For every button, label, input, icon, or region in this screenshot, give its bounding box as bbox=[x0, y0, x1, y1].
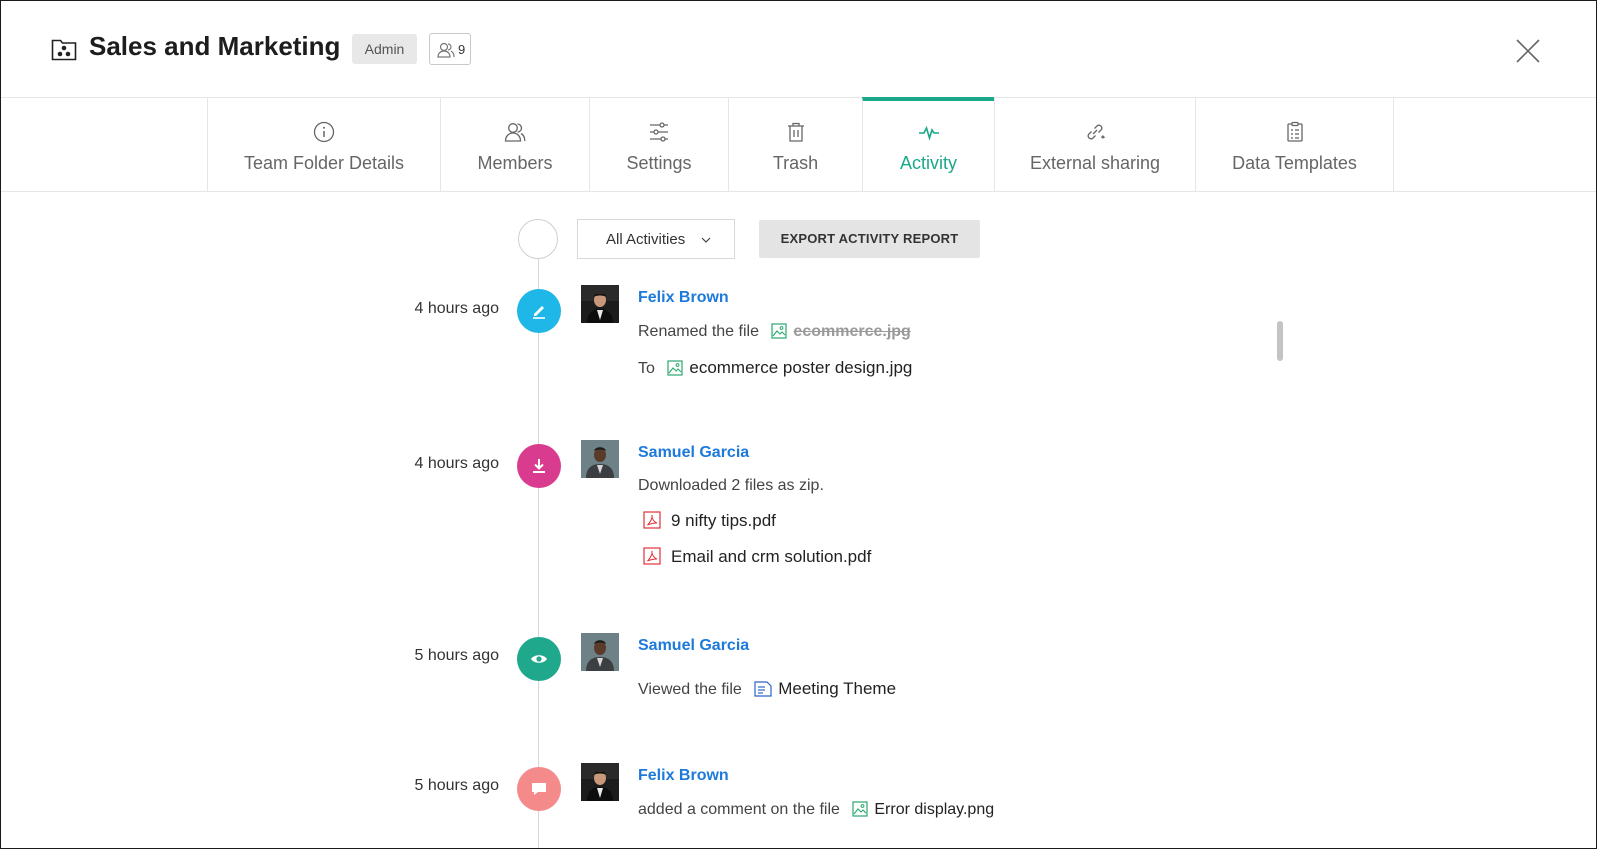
download-icon bbox=[533, 459, 545, 473]
info-icon bbox=[313, 121, 335, 143]
file-link[interactable]: 9 nifty tips.pdf bbox=[643, 511, 776, 531]
tab-bar: Team Folder Details Members Settings Tra… bbox=[1, 97, 1596, 192]
activity-comment-marker bbox=[517, 767, 561, 811]
tab-activity[interactable]: Activity bbox=[862, 97, 994, 191]
old-file-name[interactable]: ecommerce.jpg bbox=[793, 323, 910, 340]
tab-label: Members bbox=[477, 153, 553, 173]
eye-icon bbox=[531, 655, 547, 663]
activity-user-name[interactable]: Felix Brown bbox=[638, 289, 729, 307]
image-file-icon bbox=[852, 801, 868, 817]
activity-time: 5 hours ago bbox=[414, 777, 499, 794]
export-activity-report-button[interactable]: EXPORT ACTIVITY REPORT bbox=[759, 220, 980, 258]
page-title: Sales and Marketing bbox=[89, 31, 341, 61]
trash-icon bbox=[787, 122, 804, 142]
avatar bbox=[581, 285, 619, 323]
tab-members[interactable]: Members bbox=[440, 97, 589, 191]
chevron-down-icon bbox=[701, 237, 711, 243]
pencil-icon bbox=[533, 306, 545, 319]
timeline-start-marker bbox=[518, 219, 558, 259]
sliders-icon bbox=[650, 122, 668, 142]
activity-user-name[interactable]: Samuel Garcia bbox=[638, 637, 749, 655]
tab-data-templates[interactable]: Data Templates bbox=[1195, 97, 1394, 191]
pdf-file-icon bbox=[643, 511, 661, 529]
members-count: 9 bbox=[458, 42, 466, 57]
dialog-header: Sales and Marketing Admin 9 bbox=[1, 1, 1596, 98]
members-count-button[interactable]: 9 bbox=[429, 33, 471, 65]
members-icon bbox=[504, 123, 526, 142]
avatar bbox=[581, 763, 619, 801]
role-badge: Admin bbox=[352, 34, 417, 64]
avatar bbox=[581, 440, 619, 478]
image-file-icon bbox=[667, 360, 683, 376]
filter-label: All Activities bbox=[606, 231, 686, 248]
file-name[interactable]: Meeting Theme bbox=[778, 679, 896, 698]
tab-label: Data Templates bbox=[1232, 153, 1357, 173]
tab-settings[interactable]: Settings bbox=[589, 97, 728, 191]
comment-icon bbox=[532, 783, 546, 795]
document-file-icon bbox=[754, 681, 772, 697]
pulse-icon bbox=[918, 125, 939, 141]
activity-user-name[interactable]: Felix Brown bbox=[638, 767, 729, 785]
file-name: 9 nifty tips.pdf bbox=[671, 511, 776, 530]
file-name[interactable]: Error display.png bbox=[874, 801, 994, 818]
file-name: Email and crm solution.pdf bbox=[671, 547, 872, 566]
activity-download-marker bbox=[517, 444, 561, 488]
timeline-line bbox=[538, 258, 539, 848]
activity-action: Renamed the file bbox=[638, 323, 759, 340]
close-icon[interactable] bbox=[1513, 36, 1543, 66]
team-folder-icon bbox=[51, 39, 77, 61]
activity-time: 4 hours ago bbox=[414, 300, 499, 317]
tab-label: Settings bbox=[626, 153, 692, 173]
activity-time: 4 hours ago bbox=[414, 455, 499, 472]
tab-external-sharing[interactable]: External sharing bbox=[994, 97, 1195, 191]
activity-view-marker bbox=[517, 637, 561, 681]
pdf-file-icon bbox=[643, 547, 661, 565]
avatar bbox=[581, 633, 619, 671]
activity-action: added a comment on the file bbox=[638, 801, 840, 818]
members-icon bbox=[437, 42, 455, 58]
activity-description: added a comment on the file Error displa… bbox=[638, 801, 994, 819]
activity-rename-marker bbox=[517, 289, 561, 333]
new-file-name[interactable]: ecommerce poster design.jpg bbox=[689, 358, 912, 377]
tab-label: Trash bbox=[772, 153, 819, 173]
activity-action: Downloaded 2 files as zip. bbox=[638, 477, 824, 494]
tab-team-folder-details[interactable]: Team Folder Details bbox=[207, 97, 440, 191]
activity-filter-dropdown[interactable]: All Activities bbox=[577, 219, 735, 259]
activity-rename-target: To ecommerce poster design.jpg bbox=[638, 358, 912, 378]
activity-user-name[interactable]: Samuel Garcia bbox=[638, 444, 749, 462]
activity-time: 5 hours ago bbox=[414, 647, 499, 664]
activity-description: Viewed the file Meeting Theme bbox=[638, 679, 896, 699]
file-link[interactable]: Email and crm solution.pdf bbox=[643, 547, 871, 567]
link-icon bbox=[1087, 124, 1106, 140]
activity-description: Renamed the file ecommerce.jpg bbox=[638, 323, 911, 341]
team-folder-dialog: Sales and Marketing Admin 9 Team Folder … bbox=[0, 0, 1597, 849]
tab-label: Team Folder Details bbox=[243, 153, 405, 173]
activity-action: Viewed the file bbox=[638, 681, 742, 698]
scrollbar-thumb[interactable] bbox=[1277, 321, 1283, 361]
image-file-icon bbox=[771, 323, 788, 339]
tab-label: External sharing bbox=[1029, 153, 1161, 173]
template-icon bbox=[1286, 121, 1303, 142]
tab-trash[interactable]: Trash bbox=[728, 97, 862, 191]
to-label: To bbox=[638, 360, 655, 377]
tab-label: Activity bbox=[899, 153, 957, 173]
